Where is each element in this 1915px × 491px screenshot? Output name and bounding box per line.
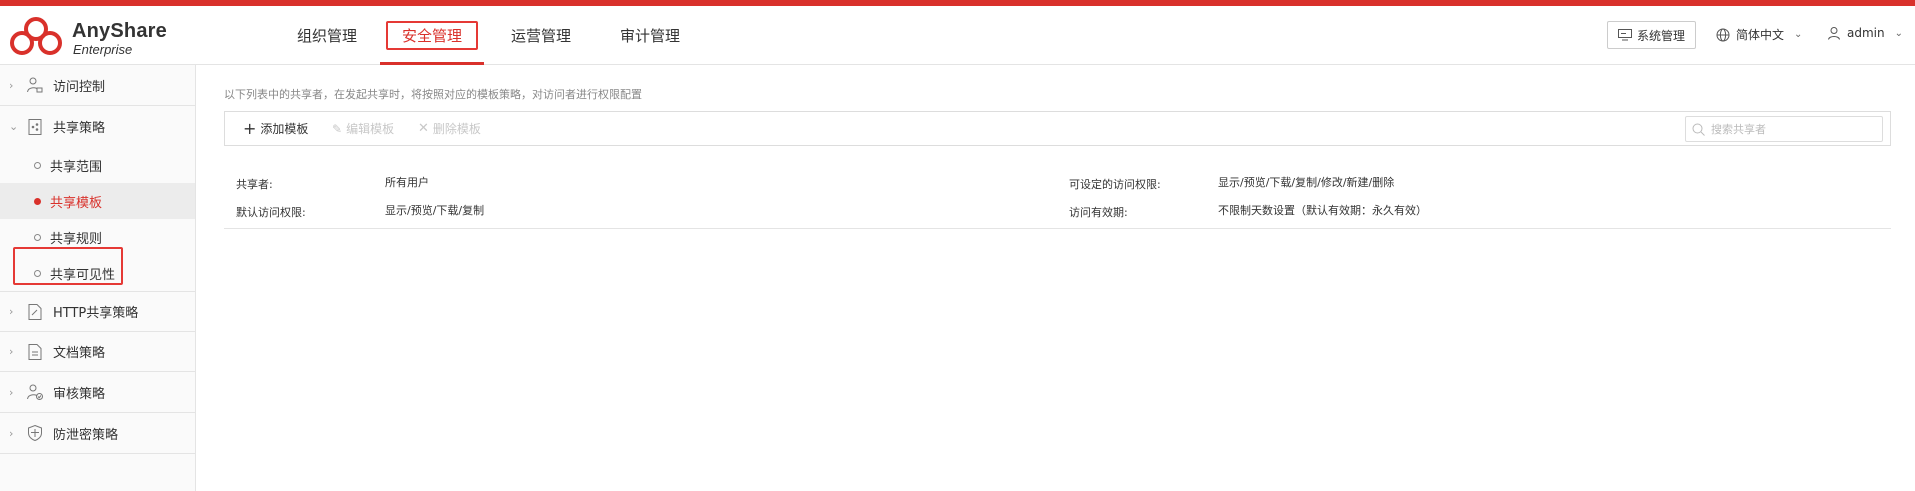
search-box	[1685, 116, 1883, 142]
chevron-right-icon: ›	[9, 305, 14, 318]
http-doc-icon	[28, 303, 42, 320]
user-menu[interactable]: admin ⌄	[1827, 26, 1903, 40]
chevron-right-icon: ›	[9, 345, 14, 358]
shield-icon	[28, 424, 42, 442]
settable-permission-value: 显示/预览/下载/复制/修改/新建/删除	[1218, 176, 1395, 189]
sidebar-subitem-label: 共享规则	[50, 231, 103, 247]
brand-name: AnyShare	[72, 20, 167, 42]
plus-icon: +	[243, 118, 257, 138]
chevron-right-icon: ›	[9, 385, 14, 399]
delete-template-label: 删除模板	[432, 122, 481, 136]
bullet-icon	[34, 233, 41, 241]
sidebar-item-label: 文档策略	[53, 346, 106, 361]
validity-label: 访问有效期:	[1069, 206, 1128, 219]
delete-template-button[interactable]: ✕ 删除模板	[418, 112, 481, 145]
sidebar-item-label: 防泄密策略	[53, 427, 119, 443]
brand: AnyShare Enterprise	[72, 20, 167, 57]
sharer-value: 所有用户	[385, 176, 429, 189]
nav-audit-management[interactable]: 审计管理	[611, 6, 689, 65]
server-icon	[1617, 29, 1632, 41]
active-item-highlight-box	[13, 247, 123, 285]
sidebar-item-share-policy[interactable]: ⌄ 共享策略	[0, 106, 195, 147]
user-icon	[1828, 27, 1840, 40]
add-template-label: 添加模板	[260, 122, 309, 136]
system-management-button[interactable]: 系统管理	[1607, 21, 1696, 49]
sidebar-subitem-label: 共享范围	[50, 159, 103, 175]
sidebar-item-http-share-policy[interactable]: › HTTP共享策略	[0, 292, 195, 332]
user-check-icon	[27, 384, 43, 400]
default-permission-label: 默认访问权限:	[236, 206, 306, 219]
globe-icon	[1716, 28, 1730, 41]
sidebar: › 访问控制 ⌄ 共享策略 共享范围 共享模板 共享规则 共享可见性 › HTT…	[0, 65, 196, 491]
chevron-down-icon: ⌄	[1894, 27, 1903, 39]
bullet-icon	[34, 161, 41, 169]
pencil-icon: ✎	[332, 121, 343, 136]
sidebar-item-label: HTTP共享策略	[53, 306, 139, 321]
app-header: AnyShare Enterprise 组织管理 安全管理 运营管理 审计管理 …	[0, 6, 1915, 65]
document-icon	[28, 343, 42, 360]
settable-permission-label: 可设定的访问权限:	[1069, 178, 1161, 191]
brand-subtitle: Enterprise	[73, 42, 133, 57]
nav-label: 审计管理	[619, 27, 680, 45]
nav-label: 安全管理	[385, 21, 478, 50]
language-select[interactable]: 简体中文 ⌄	[1716, 26, 1802, 43]
active-nav-underline	[380, 62, 484, 65]
add-template-button[interactable]: + 添加模板	[243, 112, 308, 145]
close-icon: ✕	[418, 121, 429, 136]
edit-template-label: 编辑模板	[346, 122, 395, 136]
nav-operations-management[interactable]: 运营管理	[502, 6, 580, 65]
search-icon	[1692, 123, 1705, 136]
share-doc-icon	[28, 118, 42, 135]
sidebar-item-label: 共享策略	[53, 121, 106, 136]
search-sharer-input[interactable]	[1711, 122, 1871, 136]
sidebar-item-review-policy[interactable]: › 审核策略	[0, 372, 195, 413]
sidebar-subitem-label: 共享模板	[50, 195, 103, 211]
nav-label: 运营管理	[510, 27, 571, 45]
system-management-label: 系统管理	[1636, 28, 1685, 43]
chevron-down-icon: ⌄	[1794, 29, 1803, 40]
sidebar-item-label: 审核策略	[53, 386, 106, 402]
username: admin	[1847, 26, 1885, 40]
validity-value: 不限制天数设置（默认有效期：永久有效）	[1218, 204, 1427, 217]
sidebar-item-access-control[interactable]: › 访问控制	[0, 65, 195, 106]
sidebar-subitem-share-scope[interactable]: 共享范围	[0, 147, 195, 183]
sidebar-item-leak-prevention[interactable]: › 防泄密策略	[0, 413, 195, 454]
bullet-icon	[34, 197, 41, 205]
user-lock-icon	[27, 77, 43, 93]
nav-org-management[interactable]: 组织管理	[288, 6, 366, 65]
sidebar-item-document-policy[interactable]: › 文档策略	[0, 332, 195, 372]
language-label: 简体中文	[1736, 28, 1785, 42]
sidebar-subitem-share-template[interactable]: 共享模板	[0, 183, 195, 219]
nav-label: 组织管理	[296, 27, 357, 45]
chevron-right-icon: ›	[9, 78, 14, 92]
edit-template-button[interactable]: ✎ 编辑模板	[332, 112, 394, 145]
template-entry[interactable]: 共享者: 所有用户 默认访问权限: 显示/预览/下载/复制 可设定的访问权限: …	[224, 167, 1891, 229]
default-permission-value: 显示/预览/下载/复制	[385, 204, 485, 217]
sharer-label: 共享者:	[236, 178, 273, 191]
nav-security-management[interactable]: 安全管理	[380, 6, 484, 65]
template-toolbar: + 添加模板 ✎ 编辑模板 ✕ 删除模板	[224, 111, 1891, 146]
page-description: 以下列表中的共享者，在发起共享时，将按照对应的模板策略，对访问者进行权限配置	[224, 88, 642, 101]
sidebar-item-label: 访问控制	[53, 79, 106, 95]
anyshare-logo-icon	[10, 17, 62, 55]
chevron-right-icon: ›	[9, 426, 14, 440]
chevron-down-icon: ⌄	[9, 120, 19, 133]
